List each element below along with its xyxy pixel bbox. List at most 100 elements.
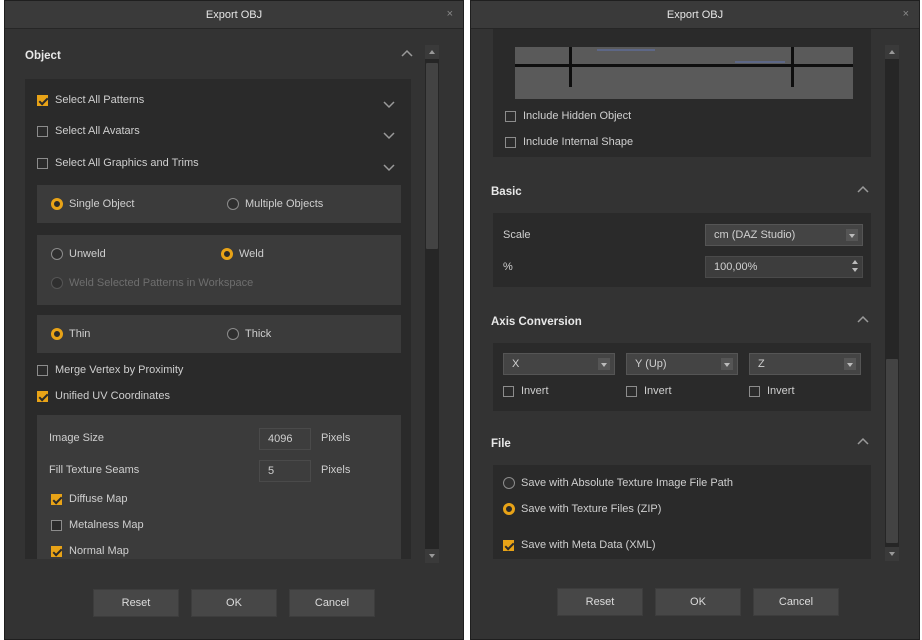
scroll-up-icon[interactable] <box>885 45 899 59</box>
thick-radio[interactable] <box>227 328 239 340</box>
preview-line <box>569 47 572 87</box>
x-axis-value: X <box>512 358 520 370</box>
percent-label: % <box>503 261 513 273</box>
invert-y-label: Invert <box>644 385 672 397</box>
pattern-preview <box>515 47 853 99</box>
unweld-radio[interactable] <box>51 248 63 260</box>
select-all-graphics-label: Select All Graphics and Trims <box>55 157 199 169</box>
scroll-down-icon[interactable] <box>425 549 439 563</box>
dialog-title: Export OBJ <box>666 9 724 21</box>
image-size-input[interactable]: 4096 <box>259 428 311 450</box>
chevron-down-icon[interactable] <box>383 161 395 173</box>
chevron-up-icon[interactable] <box>401 48 413 60</box>
x-axis-select[interactable]: X <box>503 353 615 375</box>
basic-panel: Scale cm (DAZ Studio) % 100,00% <box>493 213 871 287</box>
weld-selected-radio <box>51 277 63 289</box>
image-size-unit: Pixels <box>321 432 351 444</box>
file-section-header[interactable]: File <box>471 427 879 463</box>
title-bar: Export OBJ × <box>5 1 463 29</box>
fill-texture-seams-input[interactable]: 5 <box>259 460 311 482</box>
cancel-button[interactable]: Cancel <box>753 588 839 616</box>
scrollbar-thumb[interactable] <box>426 63 438 249</box>
diffuse-map-checkbox[interactable] <box>51 494 62 505</box>
reset-button[interactable]: Reset <box>557 588 643 616</box>
dropdown-arrow-icon <box>846 229 858 241</box>
chevron-down-icon[interactable] <box>383 98 395 110</box>
chevron-up-icon[interactable] <box>857 436 869 448</box>
preview-stroke <box>735 61 785 63</box>
close-icon[interactable]: × <box>903 8 909 20</box>
invert-x-checkbox[interactable] <box>503 386 514 397</box>
axis-conversion-section-header[interactable]: Axis Conversion <box>471 305 879 341</box>
ok-button[interactable]: OK <box>191 589 277 617</box>
section-title: Basic <box>491 186 522 198</box>
scale-select[interactable]: cm (DAZ Studio) <box>705 224 863 246</box>
metalness-map-checkbox[interactable] <box>51 520 62 531</box>
object-panel: Include Hidden Object Include Internal S… <box>493 29 871 157</box>
percent-input[interactable]: 100,00% <box>705 256 863 278</box>
texture-zip-radio[interactable] <box>503 503 515 515</box>
dialog-title: Export OBJ <box>205 9 263 21</box>
chevron-up-icon[interactable] <box>857 314 869 326</box>
close-icon[interactable]: × <box>447 8 453 20</box>
vertical-scrollbar[interactable] <box>885 45 899 561</box>
object-section-header[interactable]: Object <box>5 39 423 75</box>
invert-z-checkbox[interactable] <box>749 386 760 397</box>
scrollbar-thumb[interactable] <box>886 359 898 543</box>
merge-vertex-label: Merge Vertex by Proximity <box>55 364 184 376</box>
thick-label: Thick <box>245 328 272 340</box>
select-all-patterns-row[interactable]: Select All Patterns <box>25 90 411 114</box>
invert-y-checkbox[interactable] <box>626 386 637 397</box>
preview-stroke <box>597 49 655 51</box>
absolute-path-radio[interactable] <box>503 477 515 489</box>
y-axis-value: Y (Up) <box>635 358 667 370</box>
reset-button[interactable]: Reset <box>93 589 179 617</box>
spinner-icon[interactable] <box>850 259 860 275</box>
dialog-content: Include Hidden Object Include Internal S… <box>471 29 879 559</box>
y-axis-select[interactable]: Y (Up) <box>626 353 738 375</box>
thin-label: Thin <box>69 328 91 340</box>
weld-radio[interactable] <box>221 248 233 260</box>
select-all-patterns-label: Select All Patterns <box>55 94 145 106</box>
unified-uv-checkbox[interactable] <box>37 391 48 402</box>
diffuse-map-label: Diffuse Map <box>69 493 128 505</box>
metalness-map-label: Metalness Map <box>69 519 144 531</box>
scroll-up-icon[interactable] <box>425 45 439 59</box>
meta-data-checkbox[interactable] <box>503 540 514 551</box>
preview-line <box>515 64 853 67</box>
chevron-down-icon[interactable] <box>383 129 395 141</box>
select-all-graphics-checkbox[interactable] <box>37 158 48 169</box>
ok-button[interactable]: OK <box>655 588 741 616</box>
absolute-path-label: Save with Absolute Texture Image File Pa… <box>521 477 733 489</box>
include-internal-label: Include Internal Shape <box>523 136 634 148</box>
include-internal-checkbox[interactable] <box>505 137 516 148</box>
z-axis-select[interactable]: Z <box>749 353 861 375</box>
preview-line <box>791 47 794 87</box>
vertical-scrollbar[interactable] <box>425 45 439 563</box>
select-all-graphics-row[interactable]: Select All Graphics and Trims <box>25 153 411 177</box>
basic-section-header[interactable]: Basic <box>471 175 879 211</box>
object-panel: Select All Patterns Select All Avatars S… <box>25 79 411 559</box>
single-object-label: Single Object <box>69 198 135 210</box>
cancel-button[interactable]: Cancel <box>289 589 375 617</box>
z-axis-value: Z <box>758 358 765 370</box>
include-hidden-checkbox[interactable] <box>505 111 516 122</box>
select-all-avatars-row[interactable]: Select All Avatars <box>25 121 411 145</box>
axis-conversion-panel: X Y (Up) Z Invert Invert Invert <box>493 343 871 411</box>
dropdown-arrow-icon <box>721 358 733 370</box>
scale-label: Scale <box>503 229 531 241</box>
fill-texture-seams-label: Fill Texture Seams <box>49 464 140 476</box>
merge-vertex-checkbox[interactable] <box>37 365 48 376</box>
normal-map-label: Normal Map <box>69 545 129 557</box>
select-all-avatars-checkbox[interactable] <box>37 126 48 137</box>
title-bar: Export OBJ × <box>471 1 919 29</box>
unified-uv-row[interactable]: Unified UV Coordinates <box>25 386 411 410</box>
normal-map-checkbox[interactable] <box>51 546 62 557</box>
merge-vertex-row[interactable]: Merge Vertex by Proximity <box>25 360 411 384</box>
scroll-down-icon[interactable] <box>885 547 899 561</box>
chevron-up-icon[interactable] <box>857 184 869 196</box>
single-object-radio[interactable] <box>51 198 63 210</box>
thin-radio[interactable] <box>51 328 63 340</box>
multiple-objects-radio[interactable] <box>227 198 239 210</box>
select-all-patterns-checkbox[interactable] <box>37 95 48 106</box>
